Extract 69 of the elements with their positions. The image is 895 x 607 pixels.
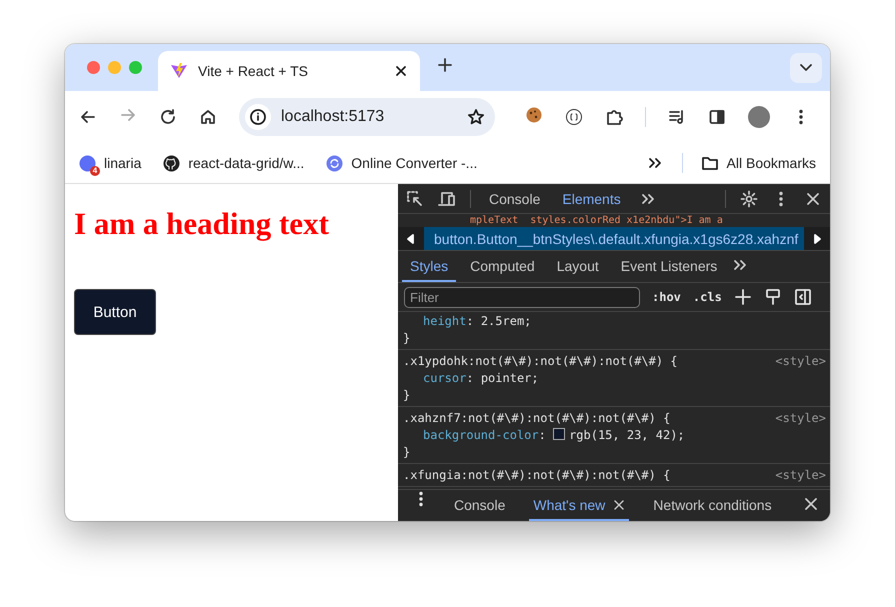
filter-field[interactable]: Filter: [404, 286, 640, 308]
hov-toggle[interactable]: :hov: [652, 290, 681, 304]
puzzle-icon[interactable]: [605, 108, 623, 126]
css-declaration: background-color: rgb(15, 23, 42);: [422, 427, 686, 444]
breadcrumb[interactable]: button.Button__btnStyles\.default.xfungia.x1gs6z28.xahznf: [424, 227, 804, 250]
css-selector: .x1ypdohk:not(#\#):not(#\#):not(#\#) {: [403, 353, 678, 370]
vite-logo-icon: [170, 62, 188, 80]
scroll-left-button[interactable]: [398, 227, 424, 250]
css-declaration: height: 2.5rem;: [422, 313, 532, 330]
braces-icon[interactable]: [565, 108, 583, 126]
profile-avatar[interactable]: [748, 106, 770, 128]
browser-tab[interactable]: Vite + React + TS: [158, 51, 420, 91]
closing-brace: }: [403, 387, 412, 404]
cookie-icon[interactable]: [525, 106, 543, 124]
url-text: localhost:5173: [281, 108, 386, 126]
color-swatch[interactable]: [553, 428, 566, 440]
paint-brush-icon[interactable]: [764, 288, 782, 306]
bookmark-label: Online Converter -...: [351, 155, 478, 171]
settings-icon[interactable]: [740, 190, 758, 208]
github-icon: [163, 154, 180, 172]
tab-title: Vite + React + TS: [198, 63, 309, 79]
closing-brace: }: [403, 330, 412, 347]
drawer-tab[interactable]: What's new: [529, 490, 630, 521]
styles-pane-tab[interactable]: Event Listeners: [612, 251, 726, 282]
folder-icon: [700, 154, 719, 172]
drawer-tab[interactable]: Network conditions: [649, 490, 776, 521]
reload-icon[interactable]: [159, 108, 177, 126]
style-source-link[interactable]: <style>: [775, 410, 826, 427]
styles-pane-tab[interactable]: Computed: [462, 251, 543, 282]
address-bar[interactable]: localhost:5173: [239, 98, 495, 136]
device-icon[interactable]: [438, 190, 456, 208]
drawer-tab[interactable]: Console: [450, 490, 510, 521]
back-icon[interactable]: [79, 108, 97, 126]
dom-code-line: mpleText styles.colorRed x1e2nbdu">I am a: [469, 214, 723, 227]
sidebar-toggle-icon[interactable]: [794, 288, 812, 306]
close-icon[interactable]: [802, 495, 820, 513]
all-bookmarks-button[interactable]: All Bookmarks: [700, 154, 816, 172]
bookmark-label: react-data-grid/w...: [188, 155, 304, 171]
sync-icon: [326, 154, 344, 172]
cls-toggle[interactable]: .cls: [692, 290, 722, 304]
add-rule-icon[interactable]: [734, 288, 752, 306]
styles-pane-tab[interactable]: Layout: [548, 251, 607, 282]
styles-pane-tab[interactable]: Styles: [402, 251, 456, 282]
home-icon[interactable]: [199, 108, 217, 126]
notification-badge: 4: [90, 166, 100, 176]
side-panel-icon[interactable]: [708, 108, 726, 126]
new-tab-icon[interactable]: [436, 56, 454, 74]
close-icon[interactable]: [613, 498, 626, 510]
css-selector: .xfungia:not(#\#):not(#\#):not(#\#) {: [403, 467, 670, 484]
page-button[interactable]: Button: [74, 289, 156, 335]
devtools-tab[interactable]: Console: [485, 190, 544, 206]
playlist-icon[interactable]: [668, 108, 686, 126]
style-source-link[interactable]: <style>: [775, 467, 826, 484]
bookmark[interactable]: react-data-grid/w...: [163, 154, 304, 172]
bookmark-label: linaria: [104, 155, 142, 171]
chevron-down-icon: [799, 63, 813, 72]
devtools-tab[interactable]: Elements: [558, 190, 625, 206]
inspect-icon[interactable]: [406, 190, 424, 208]
tab-search-button[interactable]: [790, 52, 822, 82]
app-icon: [79, 154, 96, 172]
info-icon: [249, 108, 267, 126]
bookmark[interactable]: Online Converter -...: [326, 154, 478, 172]
style-source-link[interactable]: <style>: [775, 353, 826, 370]
page-heading: I am a heading text: [74, 206, 330, 242]
css-declaration: cursor: pointer;: [422, 370, 540, 387]
scroll-right-button[interactable]: [804, 227, 830, 250]
css-selector: .xahznf7:not(#\#):not(#\#):not(#\#) {: [403, 410, 670, 427]
closing-brace: }: [403, 444, 412, 461]
star-icon[interactable]: [467, 108, 485, 126]
